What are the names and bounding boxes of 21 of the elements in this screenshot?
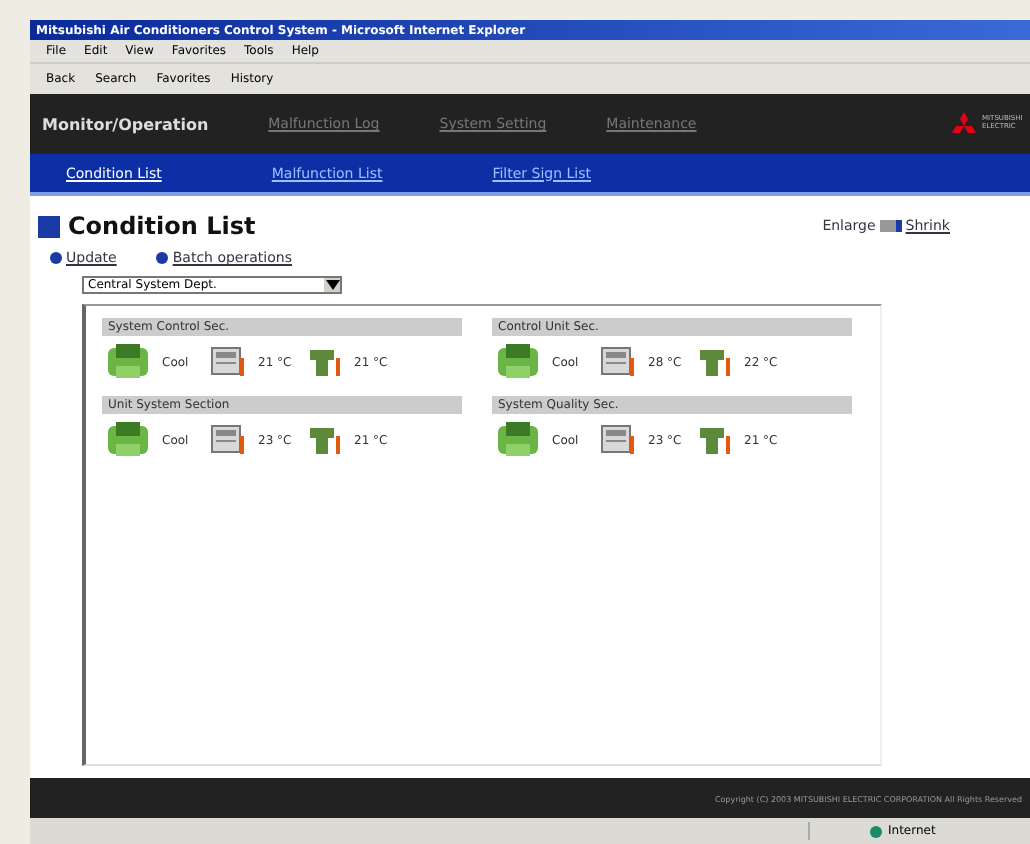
room-temperature-icon [306, 424, 342, 456]
logo-icon [950, 112, 978, 136]
bullet-icon [156, 252, 169, 264]
globe-icon [870, 825, 882, 837]
room-temperature-icon [696, 346, 732, 378]
set-temperature-icon [600, 424, 636, 456]
indoor-unit-icon[interactable] [496, 420, 540, 460]
set-temperature-icon [600, 346, 636, 378]
page-title: Condition List [68, 212, 256, 240]
dropdown-arrow-icon [325, 280, 339, 290]
indoor-unit-icon[interactable] [496, 342, 540, 382]
indoor-unit-icon[interactable] [106, 420, 150, 460]
bullet-icon [50, 252, 62, 264]
indoor-unit-icon[interactable] [106, 342, 150, 382]
room-temperature-icon [306, 346, 342, 378]
set-temperature-icon [210, 424, 246, 456]
room-temperature-icon [696, 424, 732, 456]
nav-tab[interactable]: Monitor/Operation [42, 115, 209, 133]
heading-icon [38, 215, 60, 237]
set-temperature-icon [210, 346, 246, 378]
size-icon [879, 220, 902, 232]
